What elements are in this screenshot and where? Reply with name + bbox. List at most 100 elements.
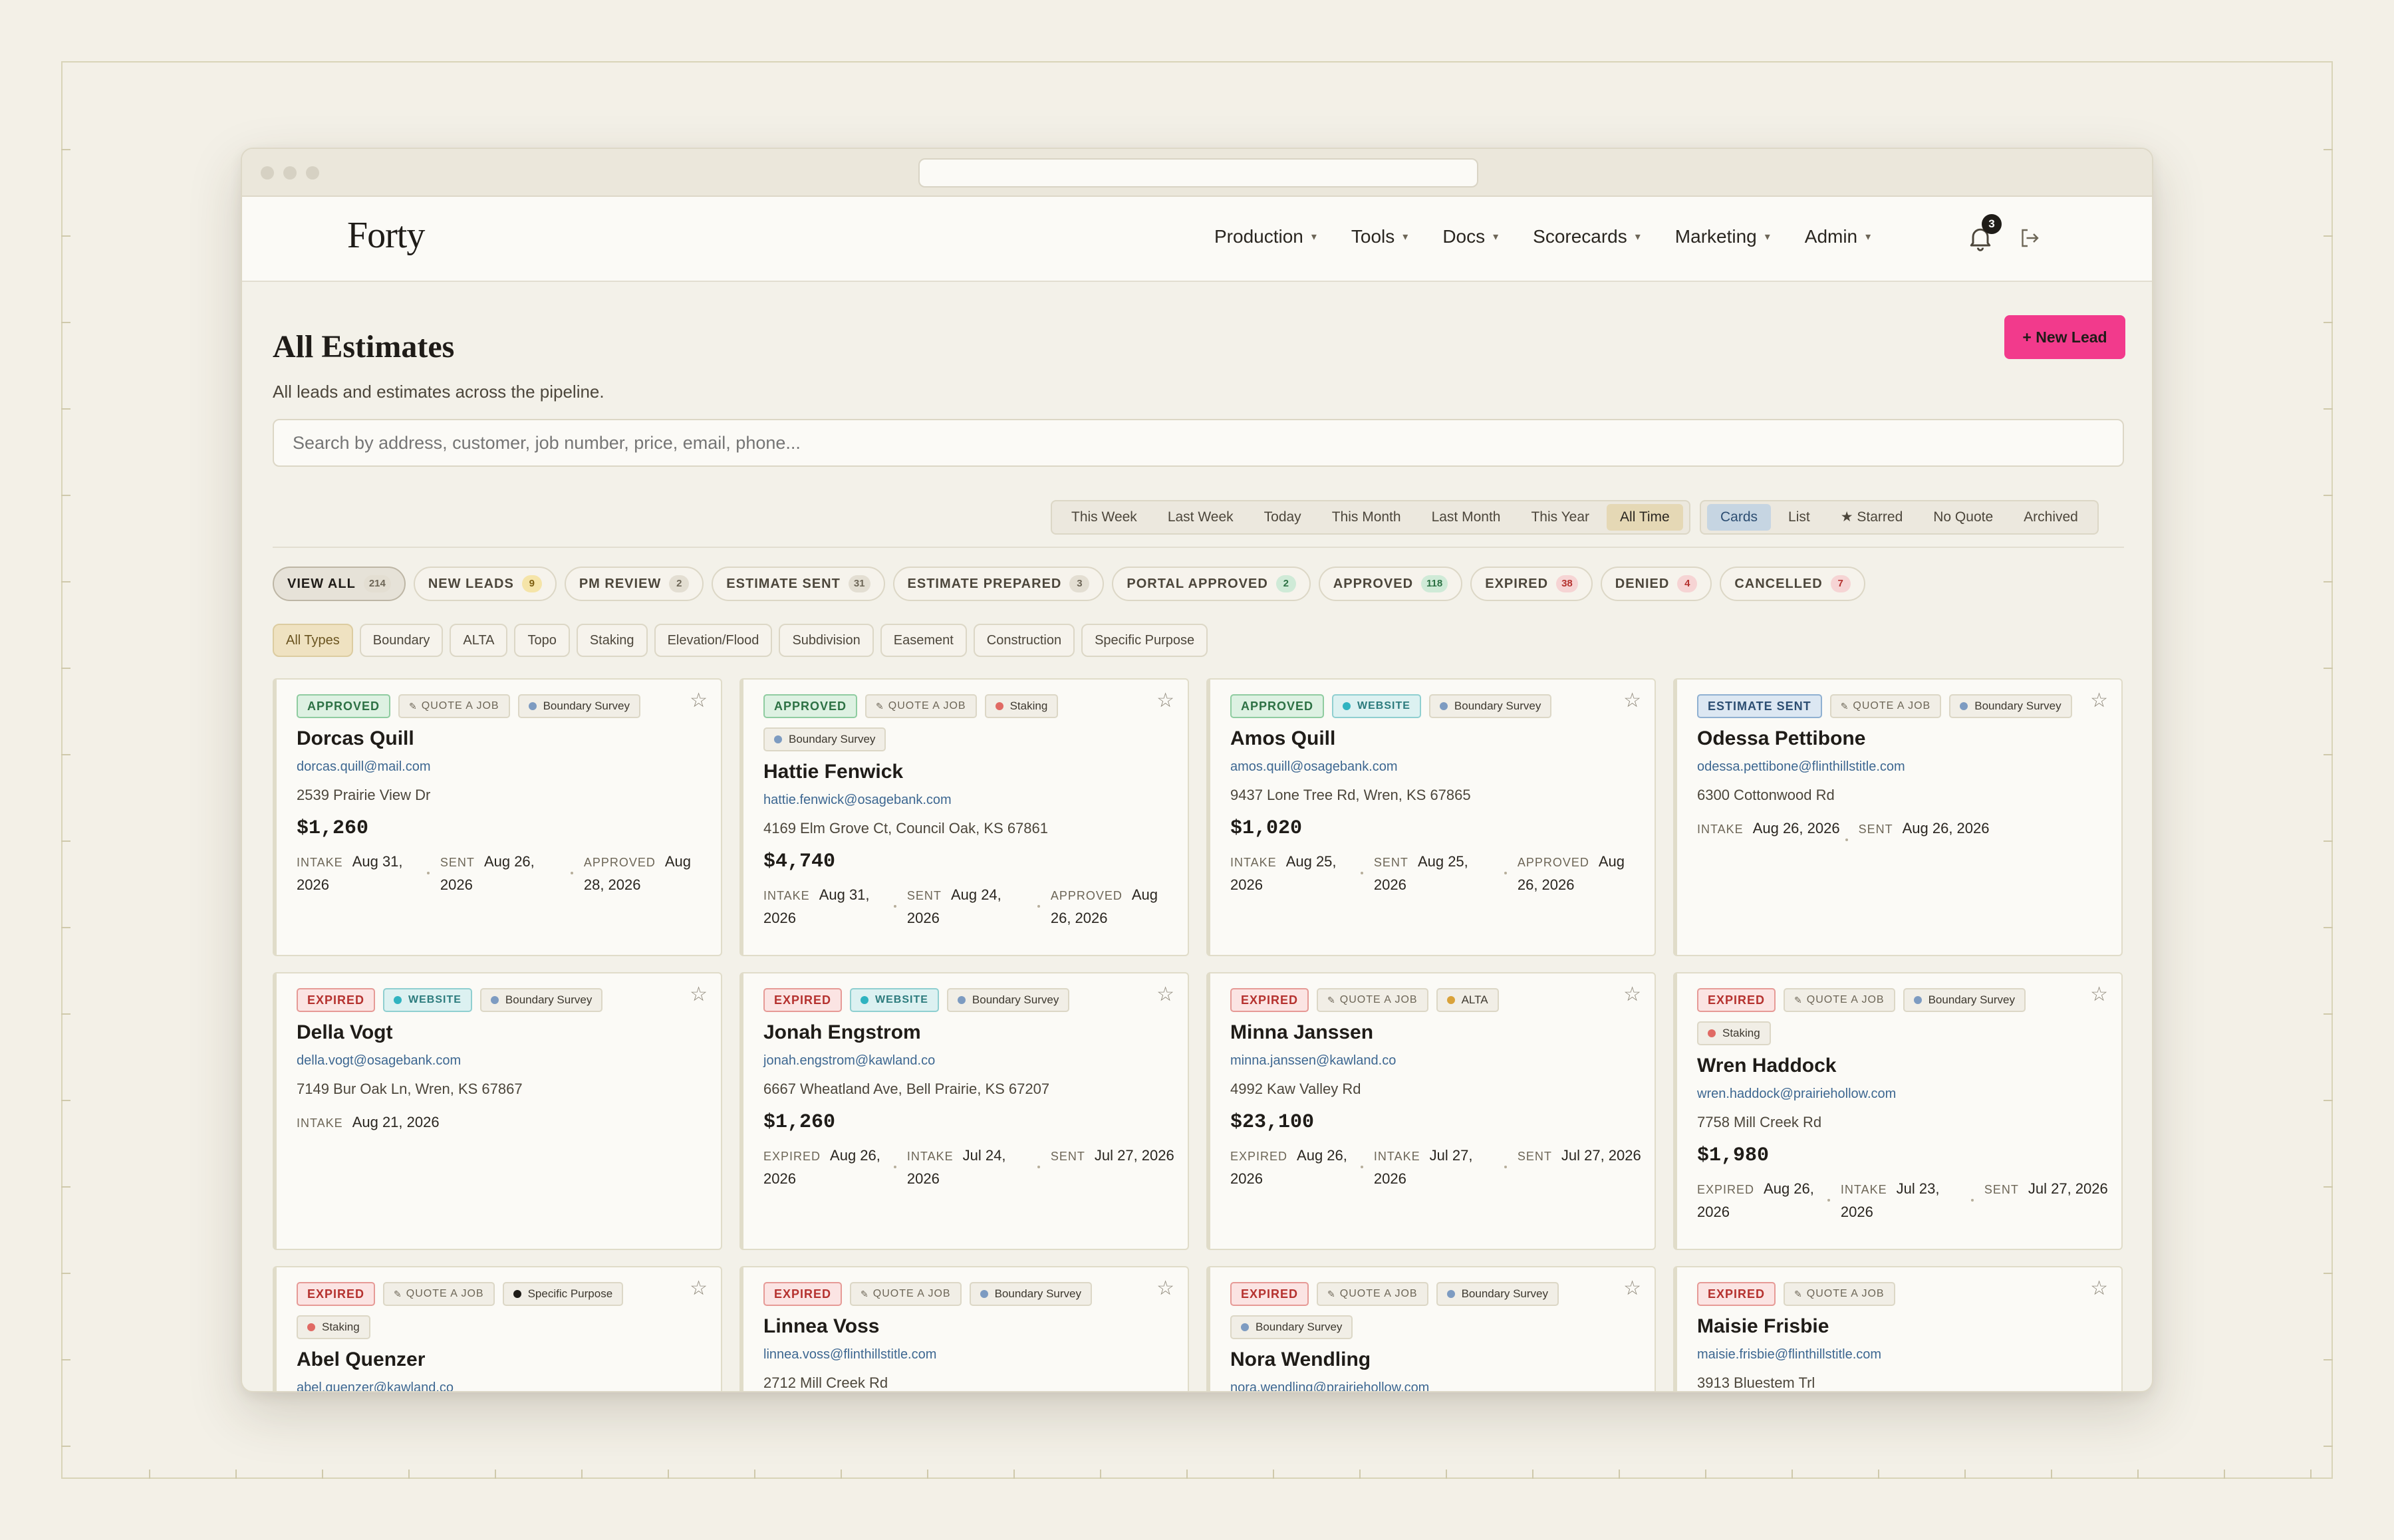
customer-email[interactable]: della.vogt@osagebank.com bbox=[297, 1053, 721, 1069]
type-filter-alta[interactable]: ALTA bbox=[450, 624, 508, 657]
nav-item-marketing[interactable]: Marketing ▾ bbox=[1675, 226, 1770, 247]
star-icon[interactable]: ☆ bbox=[690, 1277, 708, 1300]
nav-item-scorecards[interactable]: Scorecards ▾ bbox=[1533, 226, 1641, 247]
new-lead-button[interactable]: + New Lead bbox=[2004, 315, 2125, 359]
estimate-card[interactable]: ☆ EXPIRED ✎ QUOTE A JOB Boundary Survey Boun… bbox=[1206, 1266, 1656, 1391]
status-filter-approved[interactable]: APPROVED 118 bbox=[1318, 567, 1463, 601]
type-filter-specific-purpose[interactable]: Specific Purpose bbox=[1081, 624, 1208, 657]
address-bar[interactable] bbox=[918, 158, 1478, 188]
customer-email[interactable]: minna.janssen@kawland.co bbox=[1230, 1053, 1655, 1069]
view-filter-archived[interactable]: Archived bbox=[2010, 504, 2091, 531]
star-icon[interactable]: ☆ bbox=[2090, 1277, 2108, 1300]
type-filter-construction[interactable]: Construction bbox=[973, 624, 1075, 657]
nav-item-tools[interactable]: Tools ▾ bbox=[1351, 226, 1408, 247]
search-input[interactable] bbox=[273, 419, 2124, 467]
star-icon[interactable]: ☆ bbox=[690, 689, 708, 712]
customer-email[interactable]: amos.quill@osagebank.com bbox=[1230, 759, 1655, 775]
customer-name[interactable]: Abel Quenzer bbox=[297, 1348, 721, 1371]
customer-name[interactable]: Maisie Frisbie bbox=[1697, 1315, 2121, 1338]
status-filter-new-leads[interactable]: NEW LEADS 9 bbox=[413, 567, 557, 601]
type-filter-elevation-flood[interactable]: Elevation/Flood bbox=[654, 624, 773, 657]
status-filter-estimate-sent[interactable]: ESTIMATE SENT 31 bbox=[712, 567, 885, 601]
estimate-card[interactable]: ☆ EXPIRED ✎ QUOTE A JOB Specific Purpose Sta… bbox=[273, 1266, 722, 1391]
type-filter-easement[interactable]: Easement bbox=[880, 624, 967, 657]
status-filter-denied[interactable]: DENIED 4 bbox=[1600, 567, 1712, 601]
survey-type-tag: Boundary Survey bbox=[1949, 694, 2072, 718]
star-icon[interactable]: ☆ bbox=[2090, 983, 2108, 1006]
time-filter-today[interactable]: Today bbox=[1251, 504, 1315, 531]
customer-name[interactable]: Dorcas Quill bbox=[297, 727, 721, 750]
star-icon[interactable]: ☆ bbox=[2090, 689, 2108, 712]
estimate-card[interactable]: ☆ EXPIRED WEBSITE Boundary Survey Della Vogt… bbox=[273, 972, 722, 1250]
customer-email[interactable]: jonah.engstrom@kawland.co bbox=[763, 1053, 1188, 1069]
nav-item-admin[interactable]: Admin ▾ bbox=[1805, 226, 1871, 247]
estimate-card[interactable]: ☆ EXPIRED ✎ QUOTE A JOB Boundary Survey Linn… bbox=[739, 1266, 1189, 1391]
type-filter-subdivision[interactable]: Subdivision bbox=[779, 624, 874, 657]
time-filter-all-time[interactable]: All Time bbox=[1607, 504, 1683, 531]
customer-name[interactable]: Wren Haddock bbox=[1697, 1055, 2121, 1077]
customer-name[interactable]: Linnea Voss bbox=[763, 1315, 1188, 1338]
star-icon[interactable]: ☆ bbox=[1623, 689, 1641, 712]
logout-icon[interactable] bbox=[2018, 226, 2042, 250]
status-filter-pm-review[interactable]: PM REVIEW 2 bbox=[564, 567, 704, 601]
estimate-card[interactable]: ☆ APPROVED ✎ QUOTE A JOB Staking Boundary Su… bbox=[739, 678, 1189, 956]
customer-name[interactable]: Amos Quill bbox=[1230, 727, 1655, 750]
customer-name[interactable]: Minna Janssen bbox=[1230, 1021, 1655, 1044]
view-filter-no-quote[interactable]: No Quote bbox=[1920, 504, 2006, 531]
view-filter-cards[interactable]: Cards bbox=[1707, 504, 1772, 531]
customer-name[interactable]: Della Vogt bbox=[297, 1021, 721, 1044]
window-maximize-dot[interactable] bbox=[306, 166, 319, 180]
customer-name[interactable]: Hattie Fenwick bbox=[763, 761, 1188, 783]
status-filter-expired[interactable]: EXPIRED 38 bbox=[1470, 567, 1593, 601]
pencil-icon: ✎ bbox=[1794, 994, 1803, 1005]
customer-email[interactable]: linnea.voss@flinthillstitle.com bbox=[763, 1347, 1188, 1362]
customer-email[interactable]: abel.quenzer@kawland.co bbox=[297, 1380, 721, 1391]
estimate-card[interactable]: ☆ APPROVED ✎ QUOTE A JOB Boundary Survey Dor… bbox=[273, 678, 722, 956]
estimate-card[interactable]: ☆ EXPIRED ✎ QUOTE A JOB Maisie Frisbie maisi… bbox=[1673, 1266, 2123, 1391]
star-icon[interactable]: ☆ bbox=[690, 983, 708, 1006]
customer-email[interactable]: wren.haddock@prairiehollow.com bbox=[1697, 1087, 2121, 1102]
estimate-card[interactable]: ☆ APPROVED WEBSITE Boundary Survey Amos Quil… bbox=[1206, 678, 1656, 956]
view-filter-starred[interactable]: ★ Starred bbox=[1827, 504, 1917, 531]
customer-name[interactable]: Nora Wendling bbox=[1230, 1348, 1655, 1371]
status-filter-estimate-prepared[interactable]: ESTIMATE PREPARED 3 bbox=[892, 567, 1105, 601]
time-filter-last-month[interactable]: Last Month bbox=[1418, 504, 1514, 531]
customer-name[interactable]: Odessa Pettibone bbox=[1697, 727, 2121, 750]
type-filter-boundary[interactable]: Boundary bbox=[359, 624, 444, 657]
star-icon[interactable]: ☆ bbox=[1623, 983, 1641, 1006]
survey-type-label: Boundary Survey bbox=[972, 993, 1059, 1006]
type-filter-staking[interactable]: Staking bbox=[576, 624, 648, 657]
customer-name[interactable]: Jonah Engstrom bbox=[763, 1021, 1188, 1044]
customer-email[interactable]: hattie.fenwick@osagebank.com bbox=[763, 793, 1188, 808]
estimate-card[interactable]: ☆ EXPIRED ✎ QUOTE A JOB ALTA Minna Janssen mi… bbox=[1206, 972, 1656, 1250]
type-filter-topo[interactable]: Topo bbox=[514, 624, 570, 657]
star-icon[interactable]: ☆ bbox=[1156, 1277, 1174, 1300]
logo[interactable]: Forty bbox=[347, 214, 425, 257]
star-icon[interactable]: ☆ bbox=[1156, 689, 1174, 712]
source-badge: WEBSITE bbox=[1332, 694, 1421, 718]
estimate-card[interactable]: ☆ ESTIMATE SENT ✎ QUOTE A JOB Boundary Surv… bbox=[1673, 678, 2123, 956]
time-filter-this-week[interactable]: This Week bbox=[1058, 504, 1150, 531]
status-filter-view-all[interactable]: VIEW ALL 214 bbox=[273, 567, 406, 601]
window-minimize-dot[interactable] bbox=[283, 166, 297, 180]
customer-email[interactable]: maisie.frisbie@flinthillstitle.com bbox=[1697, 1347, 2121, 1362]
type-filter-all-types[interactable]: All Types bbox=[273, 624, 353, 657]
time-filter-this-month[interactable]: This Month bbox=[1319, 504, 1414, 531]
star-icon[interactable]: ☆ bbox=[1156, 983, 1174, 1006]
date-text: INTAKE Aug 31, 2026 bbox=[297, 850, 422, 896]
nav-item-docs[interactable]: Docs ▾ bbox=[1442, 226, 1498, 247]
estimate-card[interactable]: ☆ EXPIRED ✎ QUOTE A JOB Boundary Survey Stak… bbox=[1673, 972, 2123, 1250]
window-close-dot[interactable] bbox=[261, 166, 274, 180]
date-value: Jul 27, 2026 bbox=[1094, 1147, 1174, 1164]
status-filter-cancelled[interactable]: CANCELLED 7 bbox=[1720, 567, 1865, 601]
nav-item-production[interactable]: Production ▾ bbox=[1214, 226, 1317, 247]
time-filter-last-week[interactable]: Last Week bbox=[1154, 504, 1247, 531]
customer-email[interactable]: dorcas.quill@mail.com bbox=[297, 759, 721, 775]
customer-email[interactable]: odessa.pettibone@flinthillstitle.com bbox=[1697, 759, 2121, 775]
customer-email[interactable]: nora.wendling@prairiehollow.com bbox=[1230, 1380, 1655, 1391]
time-filter-this-year[interactable]: This Year bbox=[1518, 504, 1603, 531]
view-filter-list[interactable]: List bbox=[1775, 504, 1823, 531]
estimate-card[interactable]: ☆ EXPIRED WEBSITE Boundary Survey Jonah Engs… bbox=[739, 972, 1189, 1250]
star-icon[interactable]: ☆ bbox=[1623, 1277, 1641, 1300]
status-filter-portal-approved[interactable]: PORTAL APPROVED 2 bbox=[1112, 567, 1311, 601]
